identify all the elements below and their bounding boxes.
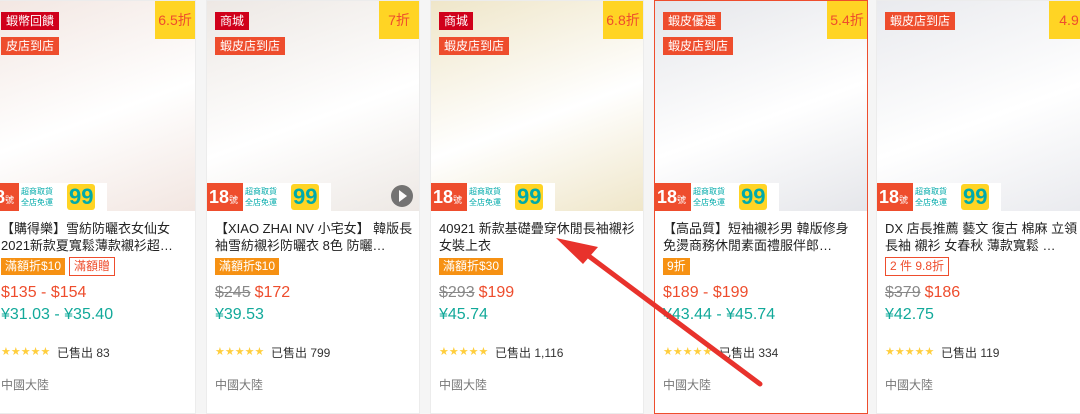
free-shipping-strip: 18號 超商取貨全店免運 99 — [655, 183, 779, 211]
promo-tags: 滿額折$10 — [215, 257, 283, 275]
strip-date: 18號 — [655, 183, 691, 211]
original-price: $293 — [439, 284, 475, 301]
strip-label: 超商取貨 全店免運 — [915, 187, 947, 207]
product-badge: 皮店到店 — [1, 37, 60, 55]
sale-price: $199 — [478, 284, 515, 301]
free-shipping-strip: 18號 超商取貨全店免運 99 — [0, 183, 107, 211]
promo-tag: 9折 — [663, 258, 690, 275]
strip-99: 99 — [291, 184, 320, 210]
ship-from-location: 中國大陸 — [439, 378, 488, 392]
product-title[interactable]: 40921 新款基礎疊穿休閒長袖襯衫女裝上衣 — [439, 220, 637, 254]
product-image[interactable]: 7折 商城蝦皮店到店 18號 超商取貨 全店免運 99 — [207, 1, 419, 211]
product-card[interactable]: 7折 商城蝦皮店到店 18號 超商取貨 全店免運 99 【XIAO ZHAI NV… — [206, 0, 420, 414]
strip-date: 18號 — [877, 183, 913, 211]
product-badge: 蝦幣回饋 — [1, 12, 60, 30]
discount-badge: 5.4折 — [827, 1, 867, 39]
product-card[interactable]: 5.4折 蝦皮優選蝦皮店到店 18號 超商取貨 全店免運 99 【高品質】短袖襯衫… — [654, 0, 868, 414]
promo-tag: 滿額折$10 — [1, 258, 66, 275]
sold-count: 已售出 119 — [941, 346, 1000, 360]
rating-stars: ★★★★★ — [439, 346, 489, 358]
converted-price: ¥42.75 — [885, 306, 934, 323]
rating-stars: ★★★★★ — [215, 346, 265, 358]
ship-from-location: 中國大陸 — [1, 378, 50, 392]
promo-tags: 滿額折$10 滿額贈 — [1, 257, 119, 276]
rating-stars: ★★★★★ — [885, 346, 935, 358]
product-badge: 蝦皮店到店 — [439, 37, 510, 55]
promo-tag: 滿額折$10 — [215, 258, 280, 275]
product-image[interactable]: 5.4折 蝦皮優選蝦皮店到店 18號 超商取貨 全店免運 99 — [655, 1, 867, 211]
product-image[interactable]: 4.9 蝦皮店到店 18號 超商取貨 全店免運 99 — [877, 1, 1080, 211]
discount-badge: 6.5折 — [155, 1, 195, 39]
sold-count: 已售出 334 — [719, 346, 779, 360]
sold-count: 已售出 83 — [57, 346, 110, 360]
product-title[interactable]: 【高品質】短袖襯衫男 韓版修身免燙商務休閒素面禮服伴郎… — [663, 220, 861, 254]
strip-99: 99 — [67, 184, 96, 210]
strip-date: 18號 — [0, 183, 19, 211]
original-price: $245 — [215, 284, 251, 301]
video-play-icon[interactable] — [391, 185, 413, 207]
discount-badge: 4.9 — [1049, 1, 1080, 39]
product-image[interactable]: 6.8折 商城蝦皮店到店 18號 超商取貨 全店免運 99 — [431, 1, 643, 211]
discount-badge: 6.8折 — [603, 1, 643, 39]
sale-price: $135 - $154 — [1, 284, 87, 301]
product-badge: 商城 — [439, 12, 474, 30]
price: $293 $199 — [439, 284, 514, 302]
free-shipping-strip: 18號 超商取貨全店免運 99 — [431, 183, 555, 211]
converted-price: ¥45.74 — [439, 306, 488, 323]
converted-price: ¥31.03 - ¥35.40 — [1, 306, 114, 323]
product-badge: 蝦皮優選 — [663, 12, 722, 30]
sale-price: $186 — [924, 284, 961, 301]
sale-price: $189 - $199 — [663, 284, 749, 301]
strip-label: 超商取貨 全店免運 — [469, 187, 501, 207]
product-card[interactable]: 4.9 蝦皮店到店 18號 超商取貨 全店免運 99 DX 店長推薦 藝文 復古 … — [876, 0, 1080, 414]
ship-from-location: 中國大陸 — [885, 378, 934, 392]
rating-stars: ★★★★★ — [663, 346, 713, 358]
promo-tags: 滿額折$30 — [439, 257, 507, 275]
strip-label: 超商取貨 全店免運 — [245, 187, 277, 207]
converted-price: ¥43.44 - ¥45.74 — [663, 306, 776, 323]
rating-stars: ★★★★★ — [1, 346, 51, 358]
product-card[interactable]: 6.5折 蝦幣回饋皮店到店 18號 超商取貨全店免運 99 【購得樂】雪紡防曬衣… — [0, 0, 196, 414]
product-title[interactable]: 【購得樂】雪紡防曬衣女仙女 2021新款夏寬鬆薄款襯衫超… — [1, 220, 195, 254]
product-badge: 蝦皮店到店 — [885, 12, 956, 30]
promo-tag: 2 件 9.8折 — [885, 257, 950, 276]
price: $245 $172 — [215, 284, 290, 302]
converted-price: ¥39.53 — [215, 306, 264, 323]
ship-from-location: 中國大陸 — [215, 378, 264, 392]
strip-99: 99 — [961, 184, 990, 210]
promo-tag: 滿額贈 — [69, 257, 116, 276]
product-card[interactable]: 6.8折 商城蝦皮店到店 18號 超商取貨 全店免運 99 40921 新款基礎疊… — [430, 0, 644, 414]
strip-date: 18號 — [431, 183, 467, 211]
promo-tags: 9折 — [663, 257, 694, 275]
product-title[interactable]: 【XIAO ZHAI NV 小宅女】 韓版長袖雪紡襯衫防曬衣 8色 防曬… — [215, 220, 413, 254]
product-badge: 蝦皮店到店 — [663, 37, 734, 55]
product-title[interactable]: DX 店長推薦 藝文 復古 棉麻 立領長袖 襯衫 女春秋 薄款寬鬆 … — [885, 220, 1080, 254]
product-badge: 商城 — [215, 12, 250, 30]
sold-count: 已售出 1,116 — [495, 346, 564, 360]
free-shipping-strip: 18號 超商取貨全店免運 99 — [877, 183, 1001, 211]
promo-tags: 2 件 9.8折 — [885, 257, 953, 276]
original-price: $379 — [885, 284, 921, 301]
sale-price: $172 — [254, 284, 291, 301]
sold-count: 已售出 799 — [271, 346, 331, 360]
product-image[interactable]: 6.5折 蝦幣回饋皮店到店 18號 超商取貨全店免運 99 — [0, 1, 195, 211]
strip-label: 超商取貨 全店免運 — [693, 187, 725, 207]
price: $135 - $154 — [1, 284, 86, 302]
strip-99: 99 — [739, 184, 768, 210]
free-shipping-strip: 18號 超商取貨全店免運 99 — [207, 183, 331, 211]
price: $189 - $199 — [663, 284, 748, 302]
product-badge: 蝦皮店到店 — [215, 37, 286, 55]
strip-99: 99 — [515, 184, 544, 210]
promo-tag: 滿額折$30 — [439, 258, 504, 275]
strip-date: 18號 — [207, 183, 243, 211]
discount-badge: 7折 — [379, 1, 419, 39]
strip-label: 超商取貨 全店免運 — [21, 187, 53, 207]
price: $379 $186 — [885, 284, 960, 302]
ship-from-location: 中國大陸 — [663, 378, 712, 392]
